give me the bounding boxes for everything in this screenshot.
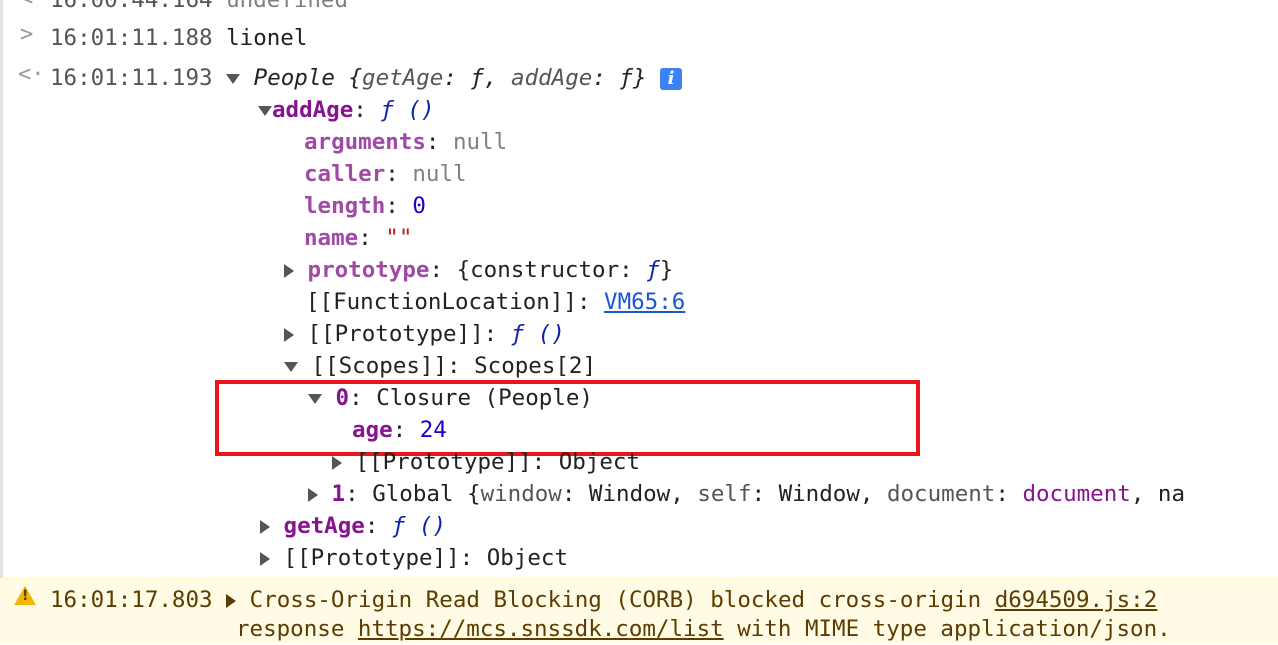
tree-item-prototype[interactable]: prototype: {constructor: ƒ} (284, 254, 673, 286)
console-input-line[interactable]: 16:01:11.188 lionel (50, 22, 307, 54)
expand-triangle-icon[interactable] (284, 327, 294, 342)
timestamp: 16:01:17.803 (50, 587, 213, 613)
result-arrow-icon: <· (18, 62, 45, 87)
console-result-line[interactable]: 16:01:11.193 People {getAge: ƒ, addAge: … (50, 62, 683, 94)
warning-text: Cross-Origin Read Blocking (CORB) blocke… (249, 587, 982, 613)
expand-triangle-icon[interactable] (260, 519, 270, 534)
message-text: undefined (226, 0, 349, 13)
expand-triangle-icon[interactable] (308, 487, 318, 502)
tree-item-root-proto[interactable]: [[Prototype]]: Object (260, 542, 568, 574)
expand-triangle-icon[interactable] (284, 263, 294, 278)
tree-item-addAge[interactable]: addAge: ƒ () (258, 94, 435, 126)
console-message-top: 16:00:44.164 undefined (50, 0, 348, 16)
tree-item-scope0-proto[interactable]: [[Prototype]]: Object (332, 446, 640, 478)
tree-item-scopes[interactable]: [[Scopes]]: Scopes[2] (284, 350, 596, 382)
object-preview: People {getAge: ƒ, addAge: ƒ} (253, 65, 647, 91)
source-link[interactable]: VM65:6 (604, 289, 685, 315)
warning-icon: ! (14, 586, 36, 605)
warning-line-2: response https://mcs.snssdk.com/list wit… (236, 616, 1171, 642)
tree-item-name: name: "" (304, 225, 413, 251)
expand-triangle-icon[interactable] (258, 105, 272, 116)
console-left-border (0, 0, 3, 642)
expand-triangle-icon[interactable] (226, 73, 241, 84)
tree-item-getAge[interactable]: getAge: ƒ () (260, 510, 446, 542)
input-chevron-icon: > (20, 22, 34, 47)
timestamp: 16:01:11.193 (50, 65, 213, 91)
highlight-annotation-box (215, 380, 920, 456)
tree-item-proto[interactable]: [[Prototype]]: ƒ () (284, 318, 565, 350)
info-icon[interactable]: i (660, 67, 683, 90)
expand-triangle-icon[interactable] (226, 593, 237, 608)
tree-item-length: length: 0 (304, 193, 426, 219)
tree-item-scope-1[interactable]: 1: Global {window: Window, self: Window,… (308, 478, 1233, 510)
tree-item-caller: caller: null (304, 161, 467, 187)
url-link[interactable]: https://mcs.snssdk.com/list (358, 616, 724, 642)
timestamp: 16:00:44.164 (50, 0, 213, 13)
tree-item-arguments: arguments: null (304, 129, 508, 155)
result-arrow-icon: < (20, 0, 33, 11)
expand-triangle-icon[interactable] (332, 455, 342, 470)
warning-line-1[interactable]: 16:01:17.803 Cross-Origin Read Blocking … (50, 584, 1157, 616)
timestamp: 16:01:11.188 (50, 25, 213, 51)
source-link[interactable]: d694509.js:2 (995, 587, 1158, 613)
tree-item-function-location: [[FunctionLocation]]: VM65:6 (306, 289, 686, 315)
expand-triangle-icon[interactable] (284, 361, 298, 372)
input-text: lionel (226, 25, 308, 51)
expand-triangle-icon[interactable] (260, 551, 270, 566)
